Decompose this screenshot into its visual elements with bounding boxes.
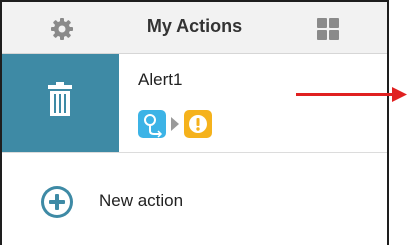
flow-arrow-icon [170, 116, 180, 132]
delete-action-button[interactable] [2, 54, 119, 152]
action-name: Alert1 [138, 70, 183, 89]
plus-circle-icon [40, 185, 74, 219]
new-action-button[interactable]: New action [2, 153, 387, 247]
grid-icon[interactable] [316, 17, 340, 41]
trash-icon [48, 82, 72, 116]
new-action-label: New action [99, 191, 184, 210]
motion-sensor-icon [138, 110, 166, 138]
alert-icon [184, 110, 212, 138]
header-bar: My Actions [2, 2, 387, 54]
annotation-arrow-icon [296, 84, 407, 106]
actions-screen: My Actions Alert1 New action [0, 0, 389, 245]
